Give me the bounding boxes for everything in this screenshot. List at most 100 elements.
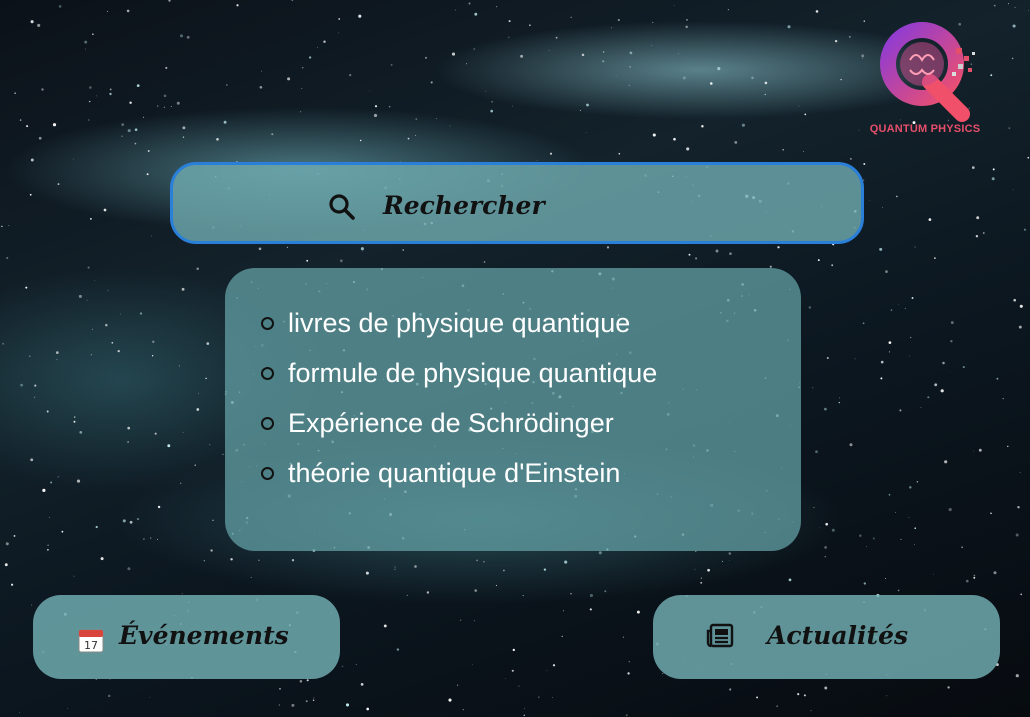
star — [562, 610, 564, 612]
star — [728, 552, 732, 555]
star — [1015, 533, 1019, 537]
star — [127, 129, 131, 133]
star — [764, 81, 768, 85]
star — [555, 36, 558, 39]
star — [369, 90, 371, 92]
suggestion-item[interactable]: livres de physique quantique — [261, 298, 801, 348]
star — [1007, 3, 1009, 5]
star — [168, 0, 171, 2]
star — [424, 56, 428, 59]
star — [291, 559, 295, 562]
star — [581, 53, 585, 57]
star — [182, 126, 186, 130]
star — [143, 538, 145, 540]
star — [383, 624, 387, 628]
star — [182, 431, 184, 433]
star — [888, 341, 892, 344]
star — [107, 289, 109, 291]
suggestion-label: Expérience de Schrödinger — [288, 407, 614, 438]
star — [374, 105, 378, 108]
search-icon — [329, 194, 355, 220]
star — [518, 685, 520, 687]
star — [1012, 189, 1014, 191]
star — [156, 105, 159, 107]
brand-name: QUANTUM PHYSICS — [869, 123, 981, 135]
star — [888, 351, 891, 353]
star — [1015, 674, 1019, 678]
star — [107, 694, 111, 698]
star — [95, 525, 98, 529]
star — [1027, 156, 1030, 159]
star — [163, 106, 166, 109]
star — [105, 323, 108, 327]
star — [122, 519, 126, 523]
star — [948, 508, 952, 512]
star — [338, 18, 341, 20]
star — [629, 66, 632, 68]
suggestion-item[interactable]: Expérience de Schrödinger — [261, 398, 801, 448]
star — [564, 560, 568, 564]
star — [47, 544, 49, 546]
star — [523, 714, 526, 717]
star — [678, 52, 679, 54]
search-label: Rechercher — [383, 191, 545, 220]
star — [604, 590, 607, 593]
star — [394, 566, 396, 568]
star — [349, 73, 352, 77]
star — [652, 21, 654, 23]
star — [402, 249, 404, 251]
star — [14, 92, 16, 94]
suggestion-item[interactable]: théorie quantique d'Einstein — [261, 448, 801, 498]
news-button[interactable]: Actualités — [653, 595, 1000, 679]
star — [1002, 397, 1004, 400]
star — [46, 548, 49, 551]
star — [126, 9, 130, 13]
suggestion-item[interactable]: formule de physique quantique — [261, 348, 801, 398]
star — [360, 683, 364, 686]
star — [628, 661, 630, 663]
star — [880, 360, 884, 364]
star — [152, 340, 155, 343]
star — [92, 33, 94, 36]
star — [394, 568, 396, 570]
star — [406, 594, 408, 596]
star — [673, 5, 675, 6]
star — [1017, 506, 1020, 509]
star — [8, 225, 10, 226]
star — [459, 619, 462, 622]
star — [210, 549, 213, 552]
star — [685, 25, 688, 29]
star — [898, 304, 899, 305]
star — [976, 216, 980, 220]
star — [529, 24, 531, 27]
star — [226, 84, 228, 86]
star — [91, 328, 94, 330]
star — [622, 636, 625, 638]
star — [396, 648, 400, 651]
star — [196, 267, 199, 271]
star — [308, 56, 312, 59]
star — [888, 493, 891, 496]
star — [230, 558, 233, 561]
star — [415, 134, 416, 136]
star — [1007, 445, 1009, 448]
star — [777, 246, 780, 249]
star — [107, 10, 109, 12]
star — [61, 530, 64, 533]
star — [56, 359, 58, 360]
star — [552, 664, 556, 667]
star — [803, 151, 804, 152]
star — [490, 109, 494, 113]
star — [476, 559, 478, 562]
search-bar[interactable]: Rechercher — [170, 162, 864, 244]
star — [165, 66, 168, 69]
events-button[interactable]: 17 Événements — [33, 595, 340, 679]
star — [100, 557, 104, 561]
star — [88, 100, 91, 103]
star — [414, 565, 417, 568]
star — [803, 694, 806, 697]
star — [776, 705, 779, 708]
star — [982, 232, 985, 234]
star — [317, 46, 318, 48]
star — [625, 714, 628, 717]
